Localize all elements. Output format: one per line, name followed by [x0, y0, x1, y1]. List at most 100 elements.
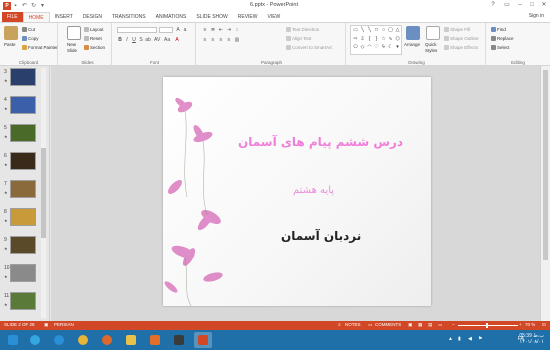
thumbnail-scrollbar-thumb[interactable] [41, 148, 46, 238]
zoom-in-icon[interactable]: + [519, 322, 522, 327]
taskbar-video[interactable] [170, 332, 188, 348]
zoom-level[interactable]: 70 % [525, 322, 535, 327]
arrow-shape-icon[interactable]: ⇨ [352, 36, 359, 45]
volume-icon[interactable]: ◀ [468, 336, 472, 342]
redo-icon[interactable]: ↻ [29, 2, 38, 10]
align-right-icon[interactable]: ≡ [218, 37, 224, 43]
taskbar-file-explorer[interactable] [122, 332, 140, 348]
numbering-icon[interactable]: ≣ [210, 27, 216, 33]
more-shapes-icon[interactable]: ▾ [394, 44, 401, 53]
start-button[interactable] [4, 332, 22, 348]
brace-shape-icon[interactable]: { [366, 36, 373, 45]
strikethrough-icon[interactable]: ab [145, 37, 151, 43]
slide-subtitle[interactable]: پایه هشتم [293, 185, 334, 196]
textbox-shape-icon[interactable]: ▭ [352, 27, 359, 36]
brace-shape-icon-2[interactable]: } [373, 36, 380, 45]
paste-icon[interactable] [4, 26, 18, 40]
zoom-out-icon[interactable]: − [452, 322, 455, 327]
tray-arrow-icon[interactable]: ▲ [448, 336, 453, 342]
zoom-slider[interactable] [458, 325, 518, 326]
new-slide-icon[interactable] [67, 26, 81, 40]
thumbnail-image[interactable] [10, 96, 36, 114]
help-icon[interactable]: ? [486, 0, 500, 10]
text-direction-button[interactable]: Text Direction [286, 27, 319, 32]
font-color-icon[interactable]: A [174, 37, 180, 43]
taskbar-powerpoint[interactable] [194, 332, 212, 348]
replace-button[interactable]: Replace [491, 36, 514, 41]
thumbnail-image[interactable] [10, 180, 36, 198]
arrange-icon[interactable] [406, 26, 420, 40]
underline-icon[interactable]: U [131, 37, 137, 43]
new-slide-label-2[interactable]: Slide [67, 48, 77, 53]
hexagon-shape-icon[interactable]: ⬡ [394, 36, 401, 45]
tab-insert[interactable]: INSERT [50, 12, 78, 22]
taskbar-telegram[interactable] [26, 332, 44, 348]
char-spacing-icon[interactable]: AV [154, 37, 160, 43]
quick-styles-label-2[interactable]: Styles [425, 48, 437, 53]
convert-smartart-button[interactable]: Convert to SmartArt [286, 45, 332, 50]
shadow-icon[interactable]: S [138, 37, 144, 43]
bold-icon[interactable]: B [117, 37, 123, 43]
format-painter-button[interactable]: Format Painter [22, 45, 58, 50]
vertical-scrollbar-thumb[interactable] [543, 70, 548, 260]
arrange-button[interactable]: Arrange [404, 42, 420, 47]
section-button[interactable]: Section [84, 45, 105, 50]
normal-view-icon[interactable]: ▣ [408, 322, 412, 328]
shape-outline-button[interactable]: Shape Outline [444, 36, 479, 41]
center-icon[interactable]: ≡ [210, 37, 216, 43]
font-name-field[interactable] [117, 27, 157, 33]
lightning-shape-icon[interactable]: ϟ [380, 44, 387, 53]
tab-home[interactable]: HOME [22, 12, 50, 22]
tab-transitions[interactable]: TRANSITIONS [107, 12, 151, 22]
paste-button[interactable]: Paste [4, 42, 16, 47]
thumbnail-image[interactable] [10, 208, 36, 226]
comments-button[interactable]: COMMENTS [375, 322, 401, 327]
pentagon-shape-icon[interactable]: ⬠ [352, 44, 359, 53]
comments-icon[interactable]: ▭ [368, 322, 372, 328]
find-button[interactable]: Find [491, 27, 506, 32]
taskbar-ie[interactable] [50, 332, 68, 348]
notes-button[interactable]: NOTES [345, 322, 361, 327]
increase-indent-icon[interactable]: ⇥ [226, 27, 232, 33]
select-button[interactable]: Select [491, 45, 510, 50]
diamond-shape-icon[interactable]: ◇ [359, 44, 366, 53]
ribbon-display-icon[interactable]: ▭ [500, 0, 514, 10]
zoom-slider-thumb[interactable] [486, 323, 488, 328]
flag-icon[interactable]: ⚑ [478, 336, 482, 342]
slide-body-text[interactable]: نردبان آسمان [281, 229, 361, 243]
tab-review[interactable]: REVIEW [233, 12, 263, 22]
thumbnail-image[interactable] [10, 68, 36, 86]
slide-sorter-icon[interactable]: ▦ [418, 322, 422, 328]
taskbar-firefox[interactable] [98, 332, 116, 348]
quick-styles-icon[interactable] [426, 26, 440, 40]
shape-fill-button[interactable]: Shape Fill [444, 27, 470, 32]
heart-shape-icon[interactable]: ♡ [373, 44, 380, 53]
star-shape-icon[interactable]: ☆ [380, 36, 387, 45]
thumbnail-image[interactable] [10, 264, 36, 282]
taskbar-chrome[interactable] [74, 332, 92, 348]
shrink-font-icon[interactable]: a [182, 27, 188, 33]
save-icon[interactable]: ▪ [11, 2, 20, 10]
triangle-shape-icon[interactable]: △ [394, 27, 401, 36]
cut-button[interactable]: Cut [22, 27, 35, 32]
arc-shape-icon[interactable]: ◠ [366, 44, 373, 53]
italic-icon[interactable]: I [124, 37, 130, 43]
thumbnail-image[interactable] [10, 292, 36, 310]
font-size-field[interactable] [159, 27, 173, 33]
align-text-button[interactable]: Align Text [286, 36, 311, 41]
line-spacing-icon[interactable]: ↕ [234, 27, 240, 33]
vertical-scrollbar[interactable] [540, 66, 550, 321]
tab-animations[interactable]: ANIMATIONS [151, 12, 192, 22]
new-slide-label[interactable]: New [67, 42, 76, 47]
reset-button[interactable]: Reset [84, 36, 102, 41]
reading-view-icon[interactable]: ▤ [428, 322, 432, 328]
tab-file[interactable]: FILE [2, 12, 23, 22]
moon-shape-icon[interactable]: ☾ [387, 44, 394, 53]
close-icon[interactable]: ✕ [537, 0, 550, 10]
fit-slide-icon[interactable]: ⊡ [542, 322, 546, 328]
shapes-gallery[interactable]: ▭ ╲ ╲ □ ○ ▢ △ ⇨ ⇩ { } ☆ ∿ ⬡ ⬠ ◇ ◠ ♡ ϟ ☾ … [350, 25, 402, 55]
system-clock[interactable]: 05:39 ب.ظ ۱۴۰۱/۰۸/۰۱ [519, 333, 544, 345]
tab-slide-show[interactable]: SLIDE SHOW [191, 12, 232, 22]
oval-shape-icon[interactable]: ○ [380, 27, 387, 36]
shape-effects-button[interactable]: Shape Effects [444, 45, 478, 50]
